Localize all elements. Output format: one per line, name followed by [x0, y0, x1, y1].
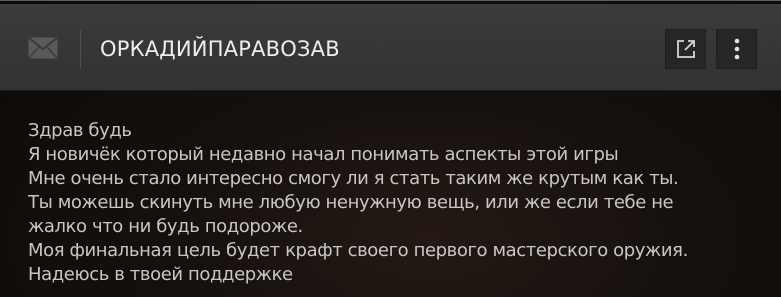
message-line: жалко что ни будь подороже.: [28, 216, 303, 237]
message-line: Надеюсь в твоей поддержке: [28, 264, 293, 285]
message-line: Мне очень стало интересно смогу ли я ста…: [28, 168, 679, 189]
message-line: Я новичёк который недавно начал понимать…: [28, 144, 619, 165]
external-link-icon: [676, 40, 695, 58]
message-line: Здрав будь: [28, 120, 132, 141]
message-panel: ОРКАДИЙПАРАВОЗАВ Здрав будь Я новичёк ко…: [0, 0, 781, 297]
message-header: ОРКАДИЙПАРАВОЗАВ: [0, 4, 781, 91]
more-vertical-icon: [734, 38, 739, 60]
message-line: Моя финальная цель будет крафт своего пе…: [28, 240, 688, 261]
message-line: Ты можешь скинуть мне любую ненужную вещ…: [28, 192, 674, 213]
header-divider: [80, 30, 81, 68]
more-options-button[interactable]: [716, 29, 757, 69]
message-body: Здрав будь Я новичёк который недавно нач…: [28, 119, 763, 287]
open-external-button[interactable]: [665, 29, 706, 69]
mail-icon: [28, 37, 58, 59]
sender-name: ОРКАДИЙПАРАВОЗАВ: [100, 37, 340, 61]
